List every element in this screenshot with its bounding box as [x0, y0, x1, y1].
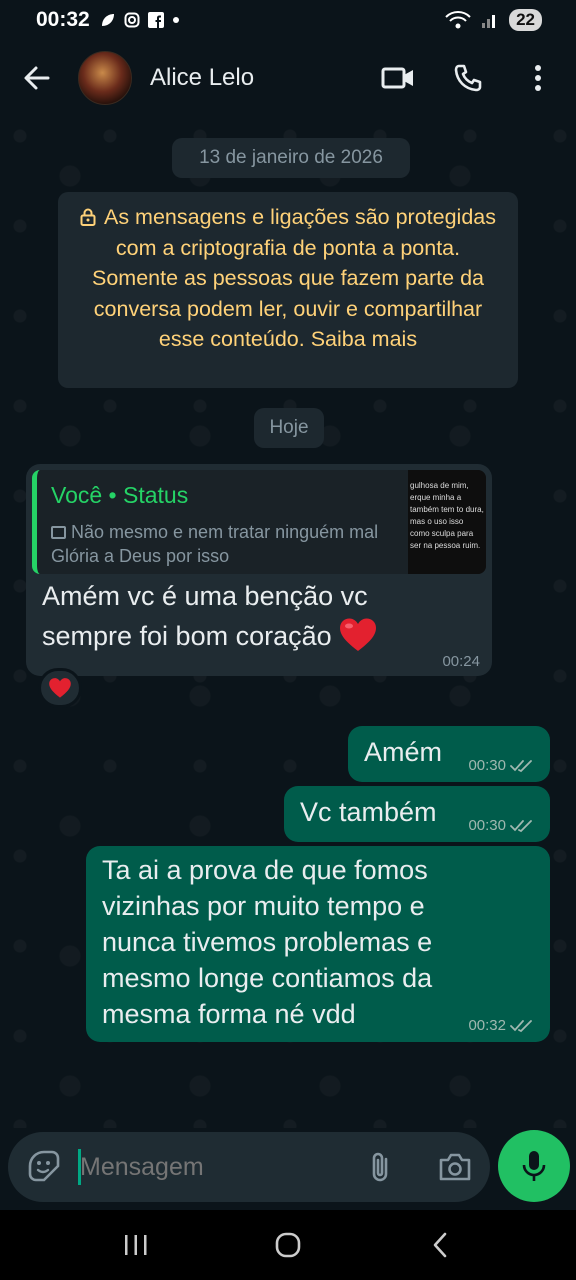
- notification-icons: [100, 12, 180, 28]
- lock-icon: [80, 208, 96, 226]
- system-navigation-bar: [0, 1210, 576, 1280]
- contact-name[interactable]: Alice Lelo: [150, 64, 348, 92]
- more-options-button[interactable]: [518, 58, 558, 98]
- incoming-text: Amém vc é uma benção vc sempre foi bom c…: [42, 581, 368, 651]
- double-check-icon: [510, 819, 532, 832]
- quoted-text-wrap: Não mesmo e nem tratar ninguém mal Glóri…: [51, 520, 391, 568]
- phone-icon: [454, 64, 482, 92]
- status-left: 00:32: [36, 8, 180, 32]
- outgoing-time: 00:30: [468, 757, 506, 774]
- facebook-icon: [147, 12, 164, 28]
- leaf-icon: [101, 14, 114, 26]
- incoming-time: 00:24: [442, 653, 480, 670]
- attach-icon[interactable]: [368, 1150, 396, 1184]
- chevron-left-icon: [433, 1232, 447, 1258]
- outgoing-text: Ta ai a prova de que fomos vizinhas por …: [102, 855, 433, 1029]
- home-button[interactable]: [263, 1220, 313, 1270]
- back-arrow-icon: [24, 66, 50, 90]
- mic-icon: [522, 1151, 546, 1181]
- signal-icon: [482, 15, 496, 28]
- chat-header: Alice Lelo: [0, 40, 576, 116]
- back-nav-button[interactable]: [415, 1220, 465, 1270]
- outgoing-meta: 00:32: [468, 1017, 536, 1034]
- battery-level: 22: [509, 9, 542, 31]
- incoming-text-wrap: Amém vc é uma benção vc sempre foi bom c…: [42, 576, 422, 656]
- back-button[interactable]: [18, 59, 56, 97]
- image-icon: [51, 526, 66, 539]
- home-icon: [275, 1232, 301, 1258]
- outgoing-meta: 00:30: [468, 817, 536, 834]
- status-thumbnail-text: gulhosa de mim, erque minha a também tem…: [410, 481, 484, 550]
- double-check-icon: [510, 759, 532, 772]
- message-composer: [8, 1132, 490, 1202]
- wifi-icon: [445, 11, 471, 29]
- quoted-author: Você • Status: [51, 482, 189, 508]
- outgoing-message[interactable]: Vc também 00:30: [284, 786, 550, 842]
- emoji-sticker-icon[interactable]: [28, 1150, 60, 1182]
- message-input[interactable]: [80, 1152, 330, 1182]
- outgoing-message[interactable]: Amém 00:30: [348, 726, 550, 782]
- encryption-notice[interactable]: As mensagens e ligações são protegidas c…: [58, 192, 518, 388]
- status-bar: 00:32 22: [0, 0, 576, 40]
- voice-call-button[interactable]: [448, 58, 488, 98]
- double-check-icon: [510, 1019, 532, 1032]
- incoming-message[interactable]: Você • Status Não mesmo e nem tratar nin…: [26, 464, 492, 676]
- chat-area[interactable]: 13 de janeiro de 2026 As mensagens e lig…: [0, 116, 576, 1128]
- today-separator: Hoje: [254, 408, 324, 448]
- status-right: 22: [445, 9, 542, 31]
- voice-record-button[interactable]: [498, 1130, 570, 1202]
- outgoing-text: Amém: [364, 737, 443, 767]
- outgoing-message[interactable]: Ta ai a prova de que fomos vizinhas por …: [86, 846, 550, 1042]
- quoted-status[interactable]: Você • Status Não mesmo e nem tratar nin…: [32, 470, 486, 574]
- red-heart-emoji: [339, 618, 376, 651]
- outgoing-time: 00:32: [468, 1017, 506, 1034]
- camera-icon[interactable]: [438, 1152, 472, 1182]
- outgoing-meta: 00:30: [468, 757, 536, 774]
- quoted-text: Não mesmo e nem tratar ninguém mal Glóri…: [51, 522, 379, 566]
- status-time: 00:32: [36, 8, 90, 31]
- recent-apps-button[interactable]: [111, 1220, 161, 1270]
- message-reaction[interactable]: [38, 668, 82, 708]
- video-call-icon: [381, 67, 413, 89]
- recent-apps-icon: [125, 1235, 147, 1255]
- contact-avatar[interactable]: [78, 51, 132, 105]
- instagram-icon: [124, 12, 140, 28]
- heart-reaction-icon: [49, 678, 71, 698]
- outgoing-time: 00:30: [468, 817, 506, 834]
- more-vert-icon: [535, 65, 541, 91]
- outgoing-text: Vc também: [300, 797, 437, 827]
- video-call-button[interactable]: [378, 58, 418, 98]
- date-separator: 13 de janeiro de 2026: [172, 138, 410, 178]
- dot-icon: [172, 17, 179, 23]
- status-thumbnail: gulhosa de mim, erque minha a também tem…: [408, 470, 486, 574]
- encryption-text: As mensagens e ligações são protegidas c…: [91, 205, 497, 351]
